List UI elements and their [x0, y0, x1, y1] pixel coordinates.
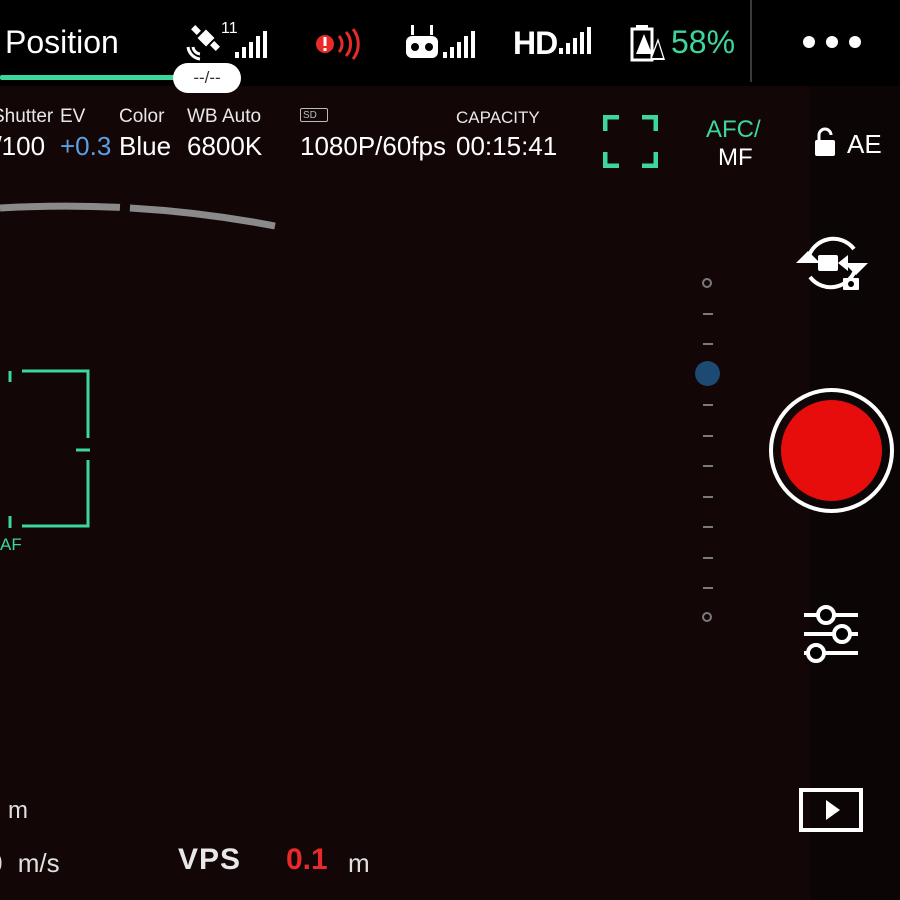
slider-tick	[703, 313, 713, 315]
slider-tick	[703, 557, 713, 559]
hd-label: HD	[513, 25, 558, 61]
hd-signal-bars	[559, 27, 591, 54]
slider-tick	[703, 343, 713, 345]
capacity-label: CAPACITY	[456, 108, 540, 127]
vps-label: VPS	[178, 843, 242, 876]
slider-top-end	[702, 278, 712, 288]
slider-tick	[703, 465, 713, 467]
play-icon	[826, 800, 840, 820]
af-focus-box[interactable]	[0, 368, 92, 532]
signal-alert-icon[interactable]	[315, 28, 367, 60]
status-bar-divider	[750, 0, 752, 82]
remote-controller-icon[interactable]	[405, 24, 439, 60]
progress-pill: --/--	[173, 63, 241, 93]
lock-icon[interactable]	[814, 127, 836, 157]
slider-bottom-end	[702, 612, 712, 622]
flight-mode-label[interactable]: Position	[5, 24, 119, 61]
distance-unit: m	[8, 797, 28, 824]
battery-icon[interactable]	[630, 24, 666, 62]
ev-label: EV	[60, 106, 86, 127]
speed-unit: m/s	[17, 848, 60, 878]
battery-percent: 58%	[671, 24, 736, 60]
horizontal-speed: 0 m/s	[0, 848, 60, 879]
settings-sliders-icon[interactable]	[802, 603, 858, 663]
slider-tick	[703, 526, 713, 528]
capacity-value: 00:15:41	[456, 131, 558, 161]
more-dots-icon[interactable]	[803, 36, 861, 48]
flight-progress-bar	[0, 75, 180, 80]
speed-value: 0	[0, 848, 2, 878]
shutter-label: Shutter	[0, 106, 54, 127]
sd-card-badge: SD	[300, 108, 328, 122]
shutter-value[interactable]: 1/100	[0, 131, 45, 162]
slider-tick	[703, 587, 713, 589]
wb-label: WB	[187, 106, 218, 127]
afc-label[interactable]: AFC/	[706, 116, 761, 144]
color-value[interactable]: Blue	[119, 131, 171, 162]
video-format[interactable]: 1080P/60fps	[300, 131, 446, 162]
slider-knob[interactable]	[695, 361, 720, 387]
record-button-core[interactable]	[781, 400, 882, 501]
horizon-arc	[0, 196, 280, 236]
wb-mode: Auto	[222, 106, 262, 127]
camera-video-switch-icon[interactable]	[794, 233, 870, 293]
ae-lock-label[interactable]: AE	[847, 129, 882, 160]
slider-tick	[703, 435, 713, 437]
playback-button[interactable]	[799, 788, 863, 832]
slider-tick	[703, 496, 713, 498]
satellite-icon[interactable]	[184, 25, 222, 63]
vps-value: 0.1	[286, 843, 328, 876]
mf-label[interactable]: MF	[718, 144, 753, 172]
slider-tick	[703, 404, 713, 406]
wb-value[interactable]: 6800K	[187, 131, 262, 162]
af-tag: AF	[0, 535, 22, 554]
remote-signal-bars	[443, 31, 475, 58]
focus-frame-icon[interactable]	[602, 114, 659, 169]
ev-value[interactable]: +0.3	[60, 131, 111, 162]
gps-signal-bars	[235, 31, 267, 58]
color-label: Color	[119, 106, 165, 127]
vps-unit: m	[348, 848, 370, 878]
